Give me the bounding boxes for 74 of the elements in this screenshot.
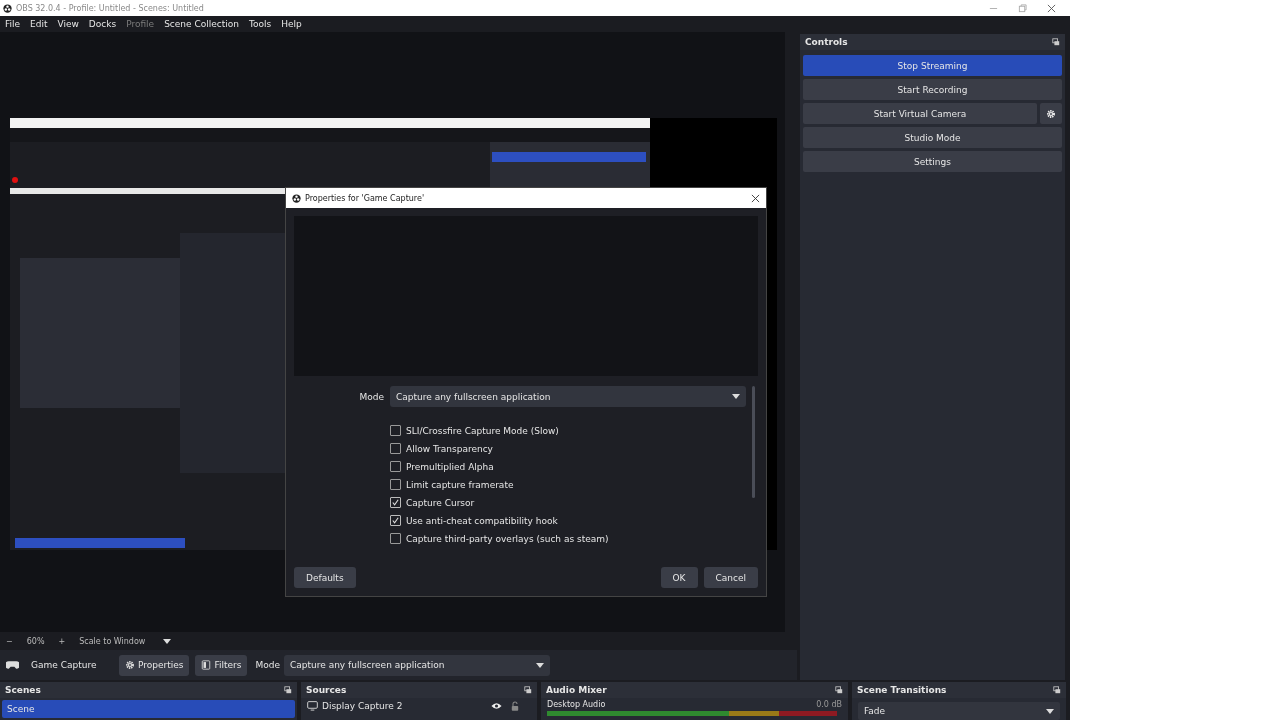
channel-name: Desktop Audio	[547, 700, 606, 709]
checkbox[interactable]	[390, 497, 401, 508]
checkbox[interactable]	[390, 515, 401, 526]
mode-dropdown[interactable]: Capture any fullscreen application	[284, 654, 550, 676]
scale-mode-dropdown[interactable]: Scale to Window	[79, 636, 150, 646]
checkbox[interactable]	[390, 443, 401, 454]
checkbox[interactable]	[390, 533, 401, 544]
checkbox-label: Limit capture framerate	[406, 479, 514, 490]
float-icon[interactable]	[835, 686, 843, 694]
zoom-level: 60%	[26, 636, 45, 646]
menu-item[interactable]: View	[57, 19, 79, 29]
menu-item[interactable]: Tools	[248, 19, 272, 29]
eye-icon[interactable]	[491, 702, 502, 710]
transition-dropdown[interactable]: Fade	[858, 702, 1060, 720]
checkbox[interactable]	[390, 425, 401, 436]
caret-icon	[732, 394, 740, 399]
control-button[interactable]: Studio Mode	[803, 127, 1062, 148]
menu-item[interactable]: Help	[281, 19, 302, 29]
mode-label: Mode	[255, 660, 280, 670]
dock-title: Scenes	[5, 685, 41, 695]
close-icon[interactable]	[751, 193, 760, 203]
dock-title: Controls	[805, 37, 848, 47]
logo-icon	[3, 3, 12, 13]
checkbox-label: Allow Transparency	[406, 443, 493, 454]
close-icon[interactable]	[1047, 3, 1056, 13]
filters-button[interactable]: Filters	[195, 654, 248, 676]
caret-icon	[1046, 708, 1054, 714]
zoom-in-button[interactable]: +	[58, 636, 66, 646]
caret-icon	[536, 662, 544, 668]
monitor-icon	[307, 701, 318, 711]
float-icon[interactable]	[284, 686, 292, 694]
dock-title: Audio Mixer	[546, 685, 607, 695]
control-button[interactable]: Settings	[803, 151, 1062, 172]
float-icon[interactable]	[1053, 686, 1061, 694]
dock-title: Sources	[306, 685, 347, 695]
window-title: OBS 32.0.4 - Profile: Untitled - Scenes: Untitled	[16, 3, 204, 13]
checkbox-label: SLI/Crossfire Capture Mode (Slow)	[406, 425, 559, 436]
dialog-title: Properties for 'Game Capture'	[305, 193, 425, 203]
properties-button[interactable]: Properties	[119, 654, 190, 676]
dock-title: Scene Transitions	[857, 685, 947, 695]
scene-item[interactable]: Scene	[2, 700, 295, 718]
ok-button[interactable]: OK	[660, 567, 698, 588]
cancel-button[interactable]: Cancel	[703, 567, 758, 588]
gear-icon	[125, 660, 135, 670]
menu-item[interactable]: Edit	[30, 19, 48, 29]
menu-item[interactable]: Scene Collection	[164, 19, 239, 29]
checkbox[interactable]	[390, 479, 401, 490]
logo-icon	[292, 193, 301, 203]
checkbox-label: Capture Cursor	[406, 497, 475, 508]
settings-icon	[1046, 108, 1056, 119]
menu-item[interactable]: Docks	[88, 19, 117, 29]
mode-dropdown[interactable]: Capture any fullscreen application	[390, 386, 746, 407]
settings-button[interactable]	[1040, 103, 1062, 124]
scrollbar[interactable]	[752, 386, 755, 498]
control-button[interactable]: Stop Streaming	[803, 55, 1062, 76]
defaults-button[interactable]: Defaults	[294, 567, 356, 588]
checkbox-label: Capture third-party overlays (such as steam)	[406, 533, 609, 544]
lock-icon[interactable]	[511, 701, 519, 711]
checkbox-label: Premultiplied Alpha	[406, 461, 494, 472]
control-button[interactable]: Start Recording	[803, 79, 1062, 100]
source-item[interactable]: Display Capture 2	[322, 701, 487, 711]
checkbox-label: Use anti-cheat compatibility hook	[406, 515, 558, 526]
checkbox[interactable]	[390, 461, 401, 472]
caret-icon[interactable]	[163, 638, 172, 644]
gamepad-icon	[6, 661, 19, 669]
filter-icon	[201, 660, 212, 670]
float-icon[interactable]	[524, 686, 532, 694]
menu-item[interactable]: File	[5, 19, 21, 29]
zoom-out-button[interactable]: −	[6, 636, 13, 646]
source-name: Game Capture	[31, 660, 98, 670]
float-icon[interactable]	[1052, 38, 1060, 46]
mode-label: Mode	[358, 391, 385, 402]
control-button[interactable]: Start Virtual Camera	[803, 103, 1037, 124]
volume-reading: 0.0 dB	[816, 700, 842, 709]
